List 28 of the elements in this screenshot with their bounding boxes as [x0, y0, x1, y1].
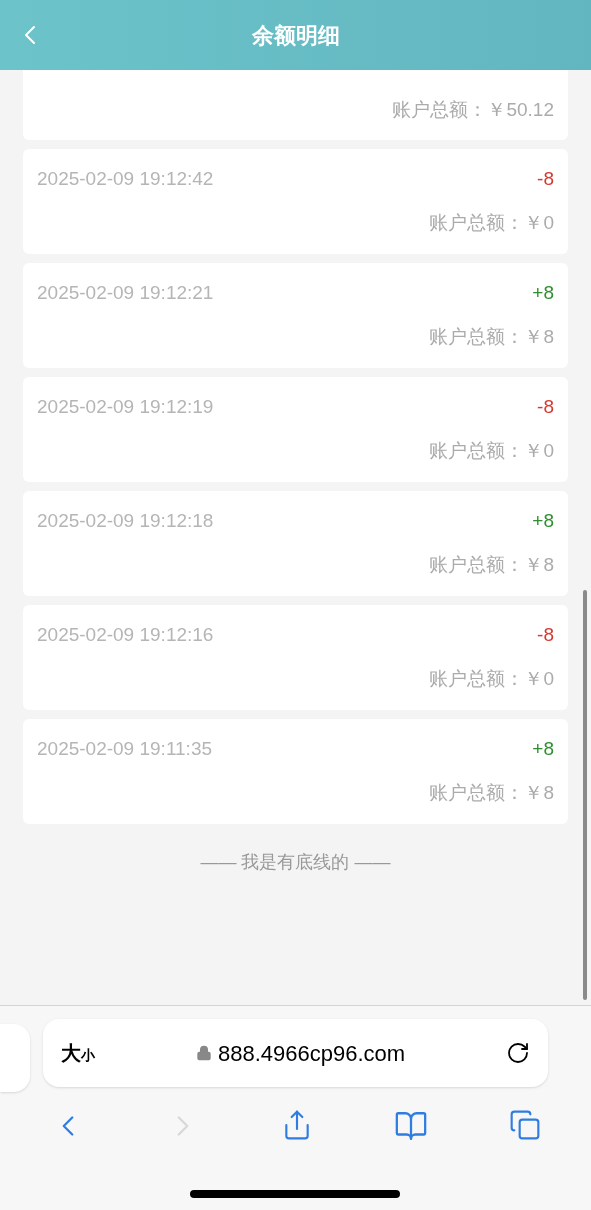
balance-text: 账户总额：￥8: [429, 553, 554, 577]
transaction-time: 2025-02-09 19:12:16: [37, 623, 214, 647]
balance-text: 账户总额：￥0: [429, 439, 554, 463]
transaction-amount: +8: [532, 509, 554, 533]
transaction-time: 2025-02-09 19:12:42: [37, 167, 214, 191]
end-of-list-text: —— 我是有底线的 ——: [200, 851, 391, 874]
page-title: 余额明细: [251, 21, 340, 50]
balance-text: 账户总额：￥0: [429, 667, 554, 691]
balance-text: 账户总额：￥50.12: [392, 98, 554, 122]
balance-text: 账户总额：￥0: [429, 211, 554, 235]
transaction-amount: -8: [537, 395, 554, 419]
reload-icon[interactable]: [506, 1041, 530, 1065]
balance-text: 账户总额：￥8: [429, 781, 554, 805]
address-bar[interactable]: 大小 888.4966cp96.com: [43, 1019, 548, 1087]
transaction-amount: -8: [537, 623, 554, 647]
lock-icon: [195, 1045, 212, 1061]
transaction-amount: -8: [537, 167, 554, 191]
transaction-amount: +8: [532, 737, 554, 761]
transaction-time: 2025-02-09 19:11:35: [37, 737, 213, 761]
text-size-button[interactable]: 大小: [61, 1038, 95, 1068]
url-text: 888.4966cp96.com: [217, 1039, 406, 1068]
balance-text: 账户总额：￥8: [429, 325, 554, 349]
transaction-time: 2025-02-09 19:12:18: [37, 509, 214, 533]
tabs-icon[interactable]: [508, 1109, 541, 1141]
transaction-time: 2025-02-09 19:12:21: [37, 281, 214, 305]
transaction-amount: +8: [532, 281, 554, 305]
bookmarks-icon[interactable]: [393, 1109, 428, 1143]
transaction-time: 2025-02-09 19:12:19: [37, 395, 214, 419]
